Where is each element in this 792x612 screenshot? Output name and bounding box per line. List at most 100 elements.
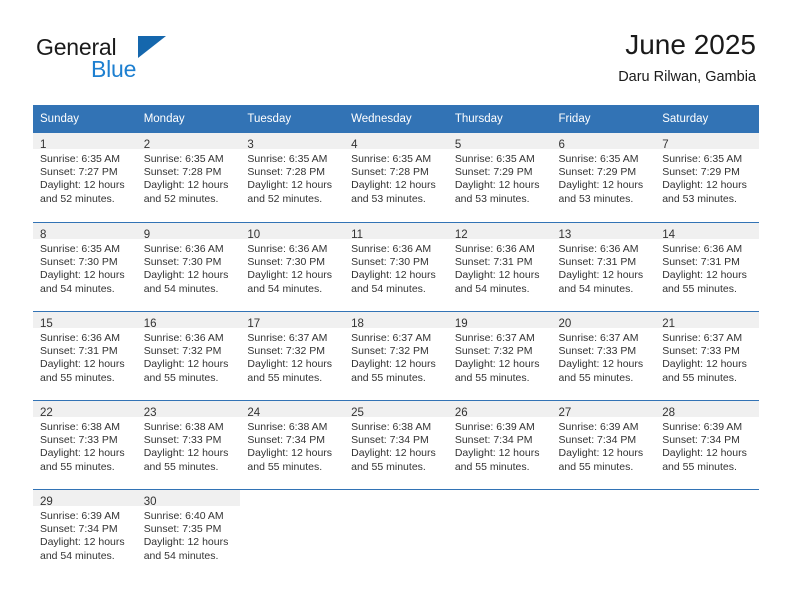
sunset-text: Sunset: 7:32 PM bbox=[247, 345, 326, 358]
calendar-day-cell[interactable]: 8 Sunrise: 6:35 AM Sunset: 7:30 PM Daylight… bbox=[33, 222, 137, 311]
day-number: 4 bbox=[351, 139, 358, 151]
calendar-day-cell[interactable]: 12 Sunrise: 6:36 AM Sunset: 7:31 PM Dayligh… bbox=[447, 222, 552, 311]
day-number: 7 bbox=[662, 139, 669, 151]
sunrise-text: Sunrise: 6:36 AM bbox=[558, 243, 639, 255]
day-number: 29 bbox=[40, 496, 53, 508]
page-header: General Blue June 2025 Daru Rilwan, Gamb… bbox=[0, 0, 792, 100]
sunrise-text: Sunrise: 6:35 AM bbox=[247, 153, 328, 165]
sunset-text: Sunset: 7:34 PM bbox=[40, 523, 118, 536]
calendar-week-row: 15 Sunrise: 6:36 AM Sunset: 7:31 PM Dayligh… bbox=[33, 311, 759, 400]
sunrise-text: Sunrise: 6:35 AM bbox=[662, 153, 743, 165]
sunset-text: Sunset: 7:31 PM bbox=[454, 256, 533, 269]
sunrise-text: Sunrise: 6:35 AM bbox=[40, 243, 120, 255]
calendar-day-cell[interactable]: 14 Sunrise: 6:36 AM Sunset: 7:31 PM Dayligh… bbox=[655, 222, 759, 311]
calendar-day-cell[interactable]: 15 Sunrise: 6:36 AM Sunset: 7:31 PM Dayligh… bbox=[33, 311, 137, 400]
calendar-day-cell[interactable]: 7 Sunrise: 6:35 AM Sunset: 7:29 PM Daylight… bbox=[655, 133, 759, 222]
daylight-text-line2: and 55 minutes. bbox=[143, 460, 219, 473]
weekday-header-tuesday: Tuesday bbox=[240, 105, 345, 133]
calendar-day-cell[interactable]: 26 Sunrise: 6:39 AM Sunset: 7:34 PM Dayligh… bbox=[447, 400, 552, 489]
daylight-text-line1: Daylight: 12 hours bbox=[40, 447, 125, 460]
sunrise-text: Sunrise: 6:36 AM bbox=[662, 243, 743, 255]
calendar-day-cell[interactable]: 25 Sunrise: 6:38 AM Sunset: 7:34 PM Dayligh… bbox=[344, 400, 448, 489]
daylight-text-line2: and 52 minutes. bbox=[143, 192, 219, 205]
calendar-day-cell[interactable]: 16 Sunrise: 6:36 AM Sunset: 7:32 PM Dayligh… bbox=[136, 311, 241, 400]
sunrise-text: Sunrise: 6:35 AM bbox=[351, 153, 432, 165]
daylight-text-line1: Daylight: 12 hours bbox=[351, 447, 436, 460]
sunrise-text: Sunrise: 6:37 AM bbox=[351, 332, 432, 344]
daylight-text-line1: Daylight: 12 hours bbox=[40, 269, 125, 282]
calendar-day-cell[interactable]: 20 Sunrise: 6:37 AM Sunset: 7:33 PM Dayligh… bbox=[551, 311, 656, 400]
daylight-text-line2: and 53 minutes. bbox=[662, 192, 737, 205]
daylight-text-line1: Daylight: 12 hours bbox=[143, 269, 229, 282]
daylight-text-line2: and 55 minutes. bbox=[454, 460, 530, 473]
sunrise-text: Sunrise: 6:39 AM bbox=[40, 510, 120, 522]
calendar-day-cell[interactable]: 2 Sunrise: 6:35 AM Sunset: 7:28 PM Daylight… bbox=[136, 133, 241, 222]
day-number: 11 bbox=[351, 229, 364, 241]
calendar-day-cell[interactable]: 1 Sunrise: 6:35 AM Sunset: 7:27 PM Daylight… bbox=[33, 133, 137, 222]
daylight-text-line1: Daylight: 12 hours bbox=[558, 179, 644, 192]
daylight-text-line1: Daylight: 12 hours bbox=[247, 447, 333, 460]
page-title: June 2025 bbox=[625, 29, 756, 60]
sunset-text: Sunset: 7:34 PM bbox=[351, 434, 429, 447]
calendar-day-cell[interactable]: 3 Sunrise: 6:35 AM Sunset: 7:28 PM Daylight… bbox=[240, 133, 345, 222]
sunrise-text: Sunrise: 6:38 AM bbox=[247, 421, 328, 433]
calendar-day-cell[interactable]: 30 Sunrise: 6:40 AM Sunset: 7:35 PM Dayligh… bbox=[136, 489, 241, 578]
calendar-day-cell[interactable]: 17 Sunrise: 6:37 AM Sunset: 7:32 PM Dayligh… bbox=[240, 311, 345, 400]
calendar-day-cell[interactable]: 19 Sunrise: 6:37 AM Sunset: 7:32 PM Dayligh… bbox=[447, 311, 552, 400]
sunrise-text: Sunrise: 6:35 AM bbox=[40, 153, 120, 165]
calendar-day-cell[interactable]: 21 Sunrise: 6:37 AM Sunset: 7:33 PM Dayligh… bbox=[655, 311, 759, 400]
day-number: 30 bbox=[143, 496, 157, 508]
day-number: 20 bbox=[558, 318, 572, 330]
daylight-text-line1: Daylight: 12 hours bbox=[558, 269, 644, 282]
daylight-text-line2: and 53 minutes. bbox=[351, 192, 426, 205]
day-number: 12 bbox=[454, 229, 468, 241]
sunset-text: Sunset: 7:33 PM bbox=[662, 345, 740, 358]
daylight-text-line2: and 55 minutes. bbox=[558, 371, 634, 384]
calendar-day-cell[interactable]: 10 Sunrise: 6:36 AM Sunset: 7:30 PM Dayligh… bbox=[240, 222, 345, 311]
sunrise-text: Sunrise: 6:37 AM bbox=[558, 332, 639, 344]
day-number: 9 bbox=[143, 229, 151, 241]
day-number: 26 bbox=[454, 407, 468, 419]
calendar-day-cell[interactable]: 24 Sunrise: 6:38 AM Sunset: 7:34 PM Dayligh… bbox=[240, 400, 345, 489]
weekday-header-sunday: Sunday bbox=[33, 105, 137, 133]
daylight-text-line2: and 55 minutes. bbox=[454, 371, 530, 384]
day-number: 2 bbox=[143, 139, 151, 151]
daylight-text-line2: and 54 minutes. bbox=[143, 549, 219, 562]
calendar-day-cell[interactable]: 11 Sunrise: 6:36 AM Sunset: 7:30 PM Dayligh… bbox=[344, 222, 448, 311]
calendar-day-cell[interactable]: 13 Sunrise: 6:36 AM Sunset: 7:31 PM Dayligh… bbox=[551, 222, 656, 311]
sunrise-text: Sunrise: 6:38 AM bbox=[351, 421, 432, 433]
daylight-text-line2: and 54 minutes. bbox=[351, 282, 426, 295]
sunrise-text: Sunrise: 6:36 AM bbox=[247, 243, 328, 255]
calendar-day-cell[interactable]: 5 Sunrise: 6:35 AM Sunset: 7:29 PM Daylight… bbox=[447, 133, 552, 222]
generalblue-logo[interactable]: General Blue bbox=[36, 34, 236, 88]
calendar-day-cell[interactable]: 4 Sunrise: 6:35 AM Sunset: 7:28 PM Daylight… bbox=[344, 133, 448, 222]
daylight-text-line1: Daylight: 12 hours bbox=[40, 536, 125, 549]
calendar-day-cell[interactable]: 6 Sunrise: 6:35 AM Sunset: 7:29 PM Daylight… bbox=[551, 133, 656, 222]
calendar-week-row: 8 Sunrise: 6:35 AM Sunset: 7:30 PM Daylight… bbox=[33, 222, 759, 311]
daylight-text-line2: and 55 minutes. bbox=[558, 460, 634, 473]
sunrise-text: Sunrise: 6:39 AM bbox=[558, 421, 639, 433]
daylight-text-line1: Daylight: 12 hours bbox=[662, 447, 747, 460]
daylight-text-line2: and 52 minutes. bbox=[247, 192, 323, 205]
calendar-day-cell[interactable]: 9 Sunrise: 6:36 AM Sunset: 7:30 PM Daylight… bbox=[136, 222, 241, 311]
sunrise-text: Sunrise: 6:37 AM bbox=[247, 332, 328, 344]
calendar-day-cell[interactable]: 28 Sunrise: 6:39 AM Sunset: 7:34 PM Dayligh… bbox=[655, 400, 759, 489]
sunrise-text: Sunrise: 6:37 AM bbox=[662, 332, 743, 344]
daylight-text-line1: Daylight: 12 hours bbox=[247, 358, 333, 371]
day-number: 19 bbox=[454, 318, 468, 330]
calendar-day-cell[interactable]: 18 Sunrise: 6:37 AM Sunset: 7:32 PM Dayligh… bbox=[344, 311, 448, 400]
day-number: 6 bbox=[558, 139, 565, 151]
calendar-day-cell[interactable]: 29 Sunrise: 6:39 AM Sunset: 7:34 PM Dayligh… bbox=[33, 489, 137, 578]
calendar-day-cell[interactable]: 22 Sunrise: 6:38 AM Sunset: 7:33 PM Dayligh… bbox=[33, 400, 137, 489]
calendar-day-cell[interactable]: 23 Sunrise: 6:38 AM Sunset: 7:33 PM Dayligh… bbox=[136, 400, 241, 489]
daylight-text-line2: and 55 minutes. bbox=[662, 460, 737, 473]
sunset-text: Sunset: 7:27 PM bbox=[40, 166, 118, 179]
sunset-text: Sunset: 7:33 PM bbox=[558, 345, 637, 358]
page-subtitle: Daru Rilwan, Gambia bbox=[618, 69, 756, 85]
calendar-day-cell[interactable]: 27 Sunrise: 6:39 AM Sunset: 7:34 PM Dayligh… bbox=[551, 400, 656, 489]
daylight-text-line2: and 54 minutes. bbox=[454, 282, 530, 295]
calendar-day-cell-empty bbox=[551, 489, 656, 578]
sunset-text: Sunset: 7:33 PM bbox=[143, 434, 222, 447]
title-block: June 2025 Daru Rilwan, Gambia bbox=[618, 28, 756, 86]
daylight-text-line1: Daylight: 12 hours bbox=[143, 179, 229, 192]
